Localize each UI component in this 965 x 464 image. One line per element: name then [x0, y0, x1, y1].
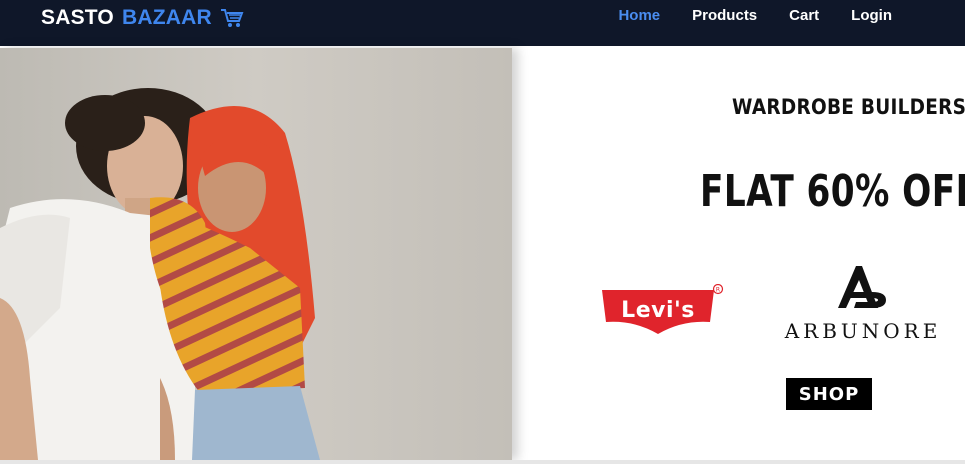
arbunore-logo-text: ARBUNORE	[784, 319, 942, 343]
shopping-cart-icon	[220, 9, 244, 27]
brand-name-primary: SASTO	[41, 6, 114, 29]
nav-products-link[interactable]: Products	[676, 7, 773, 25]
hero-banner: WARDROBE BUILDERS FLAT 60% OFF* R Levi's…	[0, 48, 965, 460]
arbunore-brand-logo[interactable]: ARBUNORE	[774, 262, 952, 343]
brand-logo[interactable]: SASTO BAZAAR	[41, 5, 244, 31]
nav-home-link[interactable]: Home	[602, 7, 676, 25]
page-divider	[0, 460, 965, 464]
discount-text: FLAT 60% OFF	[700, 166, 965, 217]
nav-login-link[interactable]: Login	[835, 7, 908, 25]
nav-cart-link[interactable]: Cart	[773, 7, 835, 25]
promo-subtitle: WARDROBE BUILDERS	[732, 95, 965, 119]
brand-name-accent: BAZAAR	[121, 6, 212, 29]
top-navbar: SASTO BAZAAR Home Products Cart Login	[0, 0, 965, 46]
arbunore-ab-icon	[838, 266, 886, 308]
shop-button[interactable]: SHOP	[786, 378, 872, 410]
nav-menu: Home Products Cart Login	[602, 7, 908, 25]
fashion-models-photo	[0, 48, 512, 460]
levis-logo-text: Levi's	[621, 298, 695, 323]
promo-headline: FLAT 60% OFF*	[700, 166, 965, 217]
svg-text:R: R	[716, 287, 720, 294]
levis-brand-logo[interactable]: R Levi's	[602, 283, 724, 338]
promo-panel: WARDROBE BUILDERS FLAT 60% OFF* R Levi's…	[512, 48, 965, 460]
